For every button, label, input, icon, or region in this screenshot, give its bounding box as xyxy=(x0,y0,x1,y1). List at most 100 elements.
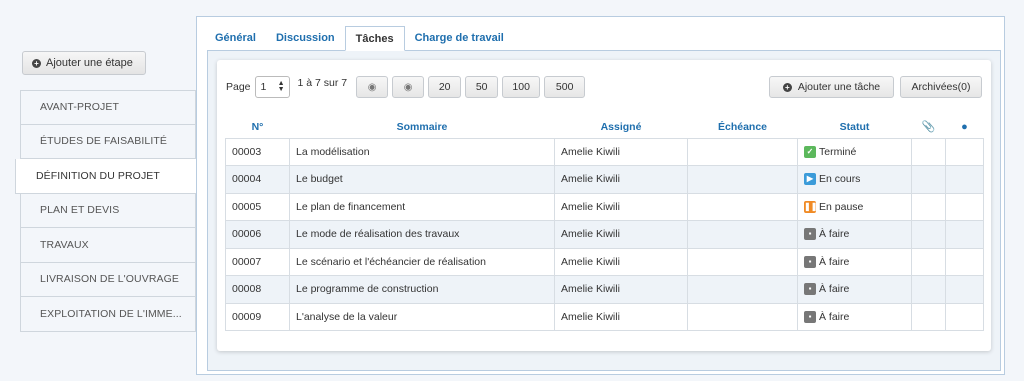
table-row[interactable]: 00008 Le programme de construction Amelie … xyxy=(225,275,984,304)
col-header-assignee[interactable]: Assigné xyxy=(555,116,688,138)
tab-discussion[interactable]: Discussion xyxy=(266,26,345,51)
comment-icon[interactable]: ● xyxy=(946,116,984,138)
comment-cell[interactable] xyxy=(945,137,984,166)
comment-cell[interactable] xyxy=(945,192,984,221)
task-number: 00006 xyxy=(225,220,290,249)
task-status-cell[interactable]: ▶ En cours xyxy=(797,165,912,194)
range-label: 1 à 7 sur 7 xyxy=(297,77,348,89)
table-row[interactable]: 00005 Le plan de financement Amelie Kiwili… xyxy=(225,192,984,221)
archived-button[interactable]: Archivées(0) xyxy=(900,76,982,98)
task-summary[interactable]: Le scénario et l'échéancier de réalisati… xyxy=(289,247,555,276)
task-number: 00004 xyxy=(225,165,290,194)
plus-circle-icon: + xyxy=(782,82,792,92)
task-summary[interactable]: La modélisation xyxy=(289,137,555,166)
todo-icon: ▪ xyxy=(804,283,816,296)
page-size-20-button[interactable]: 20 xyxy=(428,76,462,98)
table-row[interactable]: 00009 L'analyse de la valeur Amelie Kiwili… xyxy=(225,302,984,331)
task-assignee: Amelie Kiwili xyxy=(554,275,688,304)
task-summary[interactable]: Le programme de construction xyxy=(289,275,555,304)
attachment-cell[interactable] xyxy=(911,275,946,304)
table-row[interactable]: 00006 Le mode de réalisation des travaux A… xyxy=(225,220,984,249)
task-due xyxy=(687,220,798,249)
page-size-50-button[interactable]: 50 xyxy=(465,76,499,98)
comment-cell[interactable] xyxy=(945,247,984,276)
task-status-cell[interactable]: ▪ À faire xyxy=(797,302,912,331)
task-status-cell[interactable]: ▪ À faire xyxy=(797,275,912,304)
step-item-definition-projet[interactable]: DÉFINITION DU PROJET xyxy=(15,159,196,194)
comment-cell[interactable] xyxy=(945,302,984,331)
project-panel: Général Discussion Tâches Charge de trav… xyxy=(196,16,1005,375)
next-circle-icon: ◉ xyxy=(403,81,413,93)
play-icon: ▶ xyxy=(804,173,816,186)
task-status-cell[interactable]: ▪ À faire xyxy=(797,247,912,276)
attachment-cell[interactable] xyxy=(911,165,946,194)
step-item-plan-devis[interactable]: PLAN ET DEVIS xyxy=(20,193,196,228)
tab-bar: Général Discussion Tâches Charge de trav… xyxy=(205,26,514,51)
col-header-due[interactable]: Échéance xyxy=(688,116,798,138)
add-step-button[interactable]: + Ajouter une étape xyxy=(22,51,146,75)
comment-cell[interactable] xyxy=(945,220,984,249)
status-label: À faire xyxy=(819,310,850,323)
task-status-cell[interactable]: ✓ Terminé xyxy=(797,137,912,166)
step-item-etudes-faisabilite[interactable]: ÉTUDES DE FAISABILITÉ xyxy=(20,124,196,159)
page-label: Page xyxy=(226,81,251,93)
task-summary[interactable]: Le mode de réalisation des travaux xyxy=(289,220,555,249)
attachment-cell[interactable] xyxy=(911,220,946,249)
step-label: PLAN ET DEVIS xyxy=(40,204,120,217)
task-number: 00005 xyxy=(225,192,290,221)
col-header-num[interactable]: N° xyxy=(226,116,290,138)
task-summary[interactable]: Le budget xyxy=(289,165,555,194)
step-item-travaux[interactable]: TRAVAUX xyxy=(20,228,196,263)
step-item-avant-projet[interactable]: AVANT-PROJET xyxy=(20,90,196,125)
attachment-cell[interactable] xyxy=(911,137,946,166)
next-page-button[interactable]: ◉ xyxy=(392,76,425,98)
add-task-button[interactable]: + Ajouter une tâche xyxy=(769,76,894,98)
table-row[interactable]: 00007 Le scénario et l'échéancier de réal… xyxy=(225,247,984,276)
task-assignee: Amelie Kiwili xyxy=(554,247,688,276)
task-due xyxy=(687,192,798,221)
attachment-icon[interactable]: 📎 xyxy=(912,116,946,138)
step-label: EXPLOITATION DE L'IMME... xyxy=(40,307,182,320)
table-row[interactable]: 00003 La modélisation Amelie Kiwili ✓ Termin… xyxy=(225,137,984,166)
col-header-status[interactable]: Statut xyxy=(798,116,912,138)
task-due xyxy=(687,137,798,166)
task-due xyxy=(687,275,798,304)
page-value: 1 xyxy=(260,81,267,93)
step-label: LIVRAISON DE L'OUVRAGE xyxy=(40,273,179,286)
status-label: À faire xyxy=(819,228,850,241)
task-summary[interactable]: Le plan de financement xyxy=(289,192,555,221)
step-item-exploitation[interactable]: EXPLOITATION DE L'IMME... xyxy=(20,297,196,332)
task-assignee: Amelie Kiwili xyxy=(554,165,688,194)
attachment-cell[interactable] xyxy=(911,192,946,221)
page-stepper[interactable]: 1 ▲ ▼ xyxy=(254,76,290,98)
col-header-summary[interactable]: Sommaire xyxy=(290,116,555,138)
task-due xyxy=(687,165,798,194)
task-status-cell[interactable]: ❚❚ En pause xyxy=(797,192,912,221)
status-label: À faire xyxy=(819,255,850,268)
prev-page-button[interactable]: ◉ xyxy=(356,76,389,98)
page-size-100-button[interactable]: 100 xyxy=(502,76,541,98)
todo-icon: ▪ xyxy=(804,228,816,241)
table-row[interactable]: 00004 Le budget Amelie Kiwili ▶ En cours xyxy=(225,165,984,194)
step-label: DÉFINITION DU PROJET xyxy=(36,169,160,182)
task-number: 00003 xyxy=(225,137,290,166)
page-size-500-button[interactable]: 500 xyxy=(544,76,586,98)
task-number: 00009 xyxy=(225,302,290,331)
check-icon: ✓ xyxy=(804,145,816,158)
tab-content: Page 1 ▲ ▼ 1 à 7 sur 7 ◉ ◉ 20 50 100 500 … xyxy=(207,50,1001,371)
comment-cell[interactable] xyxy=(945,165,984,194)
pause-icon: ❚❚ xyxy=(804,200,818,213)
task-status-cell[interactable]: ▪ À faire xyxy=(797,220,912,249)
attachment-cell[interactable] xyxy=(911,247,946,276)
step-item-livraison[interactable]: LIVRAISON DE L'OUVRAGE xyxy=(20,262,196,297)
tab-charge-travail[interactable]: Charge de travail xyxy=(405,26,514,51)
status-label: En cours xyxy=(819,173,861,186)
tab-taches[interactable]: Tâches xyxy=(344,26,405,51)
task-due xyxy=(687,302,798,331)
task-summary[interactable]: L'analyse de la valeur xyxy=(289,302,555,331)
tab-general[interactable]: Général xyxy=(205,26,266,51)
comment-cell[interactable] xyxy=(945,275,984,304)
task-table: N° Sommaire Assigné Échéance Statut 📎 ● … xyxy=(225,116,984,331)
spinner-icon[interactable]: ▲ ▼ xyxy=(278,80,285,93)
attachment-cell[interactable] xyxy=(911,302,946,331)
